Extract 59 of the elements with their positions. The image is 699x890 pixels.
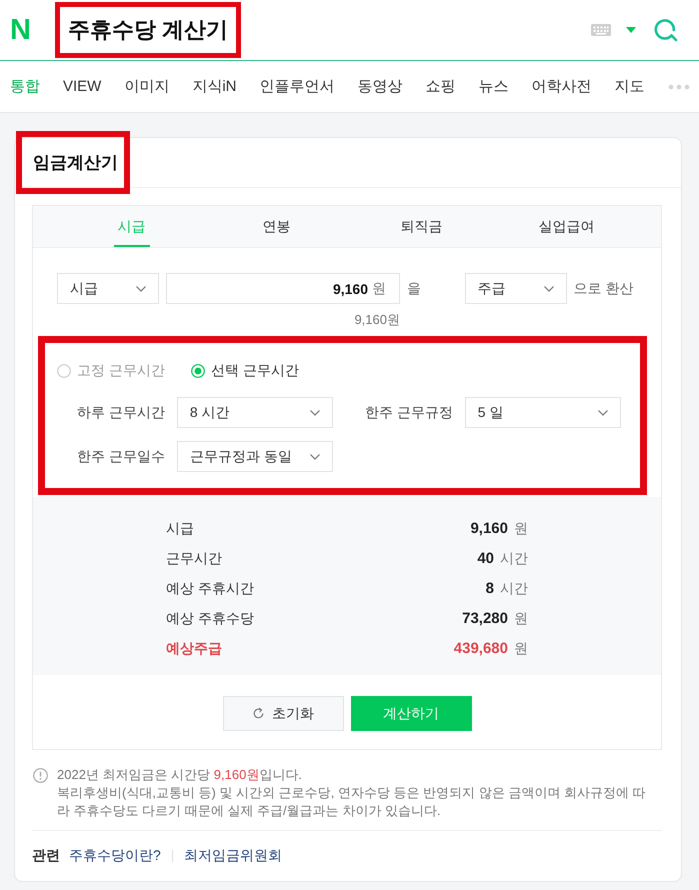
related-label: 관련	[32, 847, 60, 865]
reset-button[interactable]: 초기화	[222, 696, 344, 731]
calculator-tab[interactable]: 퇴직금	[396, 206, 446, 247]
result-value: 9,160	[470, 520, 508, 537]
result-unit: 시간	[500, 550, 528, 568]
search-icon[interactable]	[654, 18, 678, 42]
result-unit: 원	[514, 640, 528, 658]
work-hours-radio[interactable]: 선택 근무시간	[190, 362, 299, 380]
search-tab[interactable]: 지도	[614, 77, 645, 96]
result-label: 근무시간	[166, 550, 222, 568]
chevron-down-icon	[310, 454, 320, 460]
field-label: 하루 근무시간	[77, 404, 165, 422]
related-link[interactable]: 최저임금위원회	[184, 847, 282, 865]
exclamation-circle-icon	[33, 768, 48, 783]
option-select[interactable]: 근무규정과 동일	[176, 441, 333, 472]
result-unit: 원	[514, 610, 528, 628]
caret-down-icon[interactable]	[626, 27, 636, 33]
chevron-down-icon	[544, 286, 554, 292]
search-tab[interactable]: 이미지	[124, 77, 170, 96]
result-label: 예상 주휴시간	[166, 580, 254, 598]
search-tab[interactable]: 뉴스	[478, 77, 509, 96]
search-tab[interactable]: 인플루언서	[260, 77, 335, 96]
search-tab[interactable]: 어학사전	[532, 77, 592, 96]
field-label: 한주 근무일수	[77, 448, 165, 466]
field-label: 한주 근무규정	[364, 404, 453, 422]
notice-detail: 복리후생비(식대,교통비 등) 및 시간외 근로수당, 연자수당 등은 반영되지 않은 금액이며 회사규정에 따라 주휴수당도 다르기 때문에 실제 주급/월급과는 차이가 있습니다.	[57, 784, 647, 820]
calculator-tab[interactable]: 연봉	[258, 206, 294, 247]
search-tab[interactable]: 지식iN	[192, 77, 237, 96]
notice-text: 2022년 최저임금은 시간당 9,160원입니다.	[57, 766, 303, 784]
search-tab[interactable]: 쇼핑	[426, 77, 456, 96]
chevron-down-icon	[136, 286, 146, 292]
result-value: 40	[477, 550, 494, 567]
card-title: 임금계산기	[33, 152, 118, 174]
keyboard-icon[interactable]	[591, 24, 611, 36]
related-link[interactable]: 주휴수당이란?	[69, 847, 161, 865]
search-input[interactable]: 주휴수당 계산기	[60, 10, 236, 50]
chevron-down-icon	[598, 410, 608, 416]
result-label: 예상 주휴수당	[166, 610, 254, 628]
convert-label: 으로 환산	[574, 280, 634, 298]
particle-text: 을	[407, 280, 422, 298]
amount-input[interactable]: 9,160 원	[166, 273, 400, 304]
option-select[interactable]: 8 시간	[176, 397, 333, 428]
result-unit: 시간	[500, 580, 528, 598]
unit-select[interactable]: 시급	[57, 273, 159, 304]
chevron-down-icon	[310, 410, 320, 416]
result-value: 73,280	[462, 610, 508, 627]
more-icon[interactable]	[668, 84, 690, 90]
result-unit: 원	[514, 520, 528, 538]
search-tab[interactable]: 동영상	[358, 77, 403, 96]
result-value: 8	[486, 580, 494, 597]
calculator-tab[interactable]: 실업급여	[534, 206, 598, 247]
result-value: 439,680	[454, 640, 508, 657]
search-tab[interactable]: VIEW	[63, 78, 102, 95]
option-select[interactable]: 5 일	[464, 397, 621, 428]
result-label: 시급	[166, 520, 194, 538]
refresh-icon	[252, 707, 265, 720]
result-label: 예상주급	[166, 640, 222, 658]
unit-select[interactable]: 주급	[464, 273, 567, 304]
converted-amount: 9,160원	[354, 311, 400, 328]
